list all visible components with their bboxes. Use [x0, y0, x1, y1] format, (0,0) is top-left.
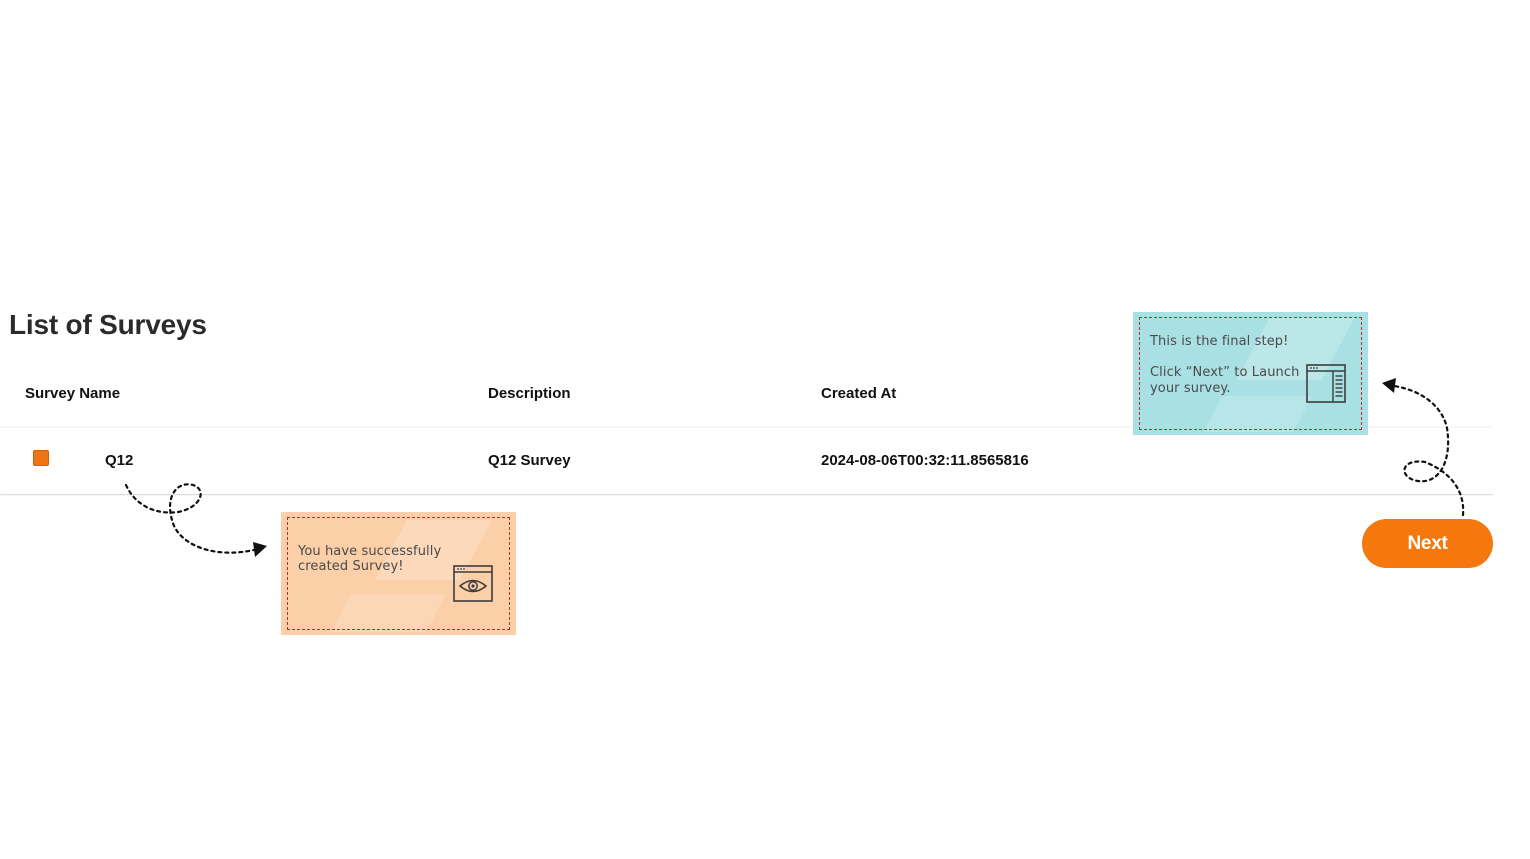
survey-created-at-cell: 2024-08-06T00:32:11.8565816 — [821, 452, 1029, 469]
column-header-description[interactable]: Description — [488, 385, 571, 402]
next-button[interactable]: Next — [1362, 519, 1493, 568]
success-tooltip-line1: You have successfully — [298, 544, 442, 559]
column-header-created-at[interactable]: Created At — [821, 385, 896, 402]
final-step-tooltip: This is the final step! Click “Next” to … — [1133, 312, 1368, 435]
success-tooltip-line2: created Survey! — [298, 559, 404, 574]
final-step-line3: your survey. — [1150, 381, 1231, 396]
row-select-checkbox[interactable] — [33, 450, 49, 466]
survey-description-cell: Q12 Survey — [488, 452, 571, 469]
success-tooltip: You have successfully created Survey! — [281, 512, 516, 635]
browser-window-icon — [1306, 364, 1346, 403]
page-title: List of Surveys — [9, 309, 207, 340]
table-row[interactable] — [0, 428, 1493, 495]
survey-list-page: List of Surveys Survey Name Description … — [0, 0, 1530, 859]
arrowhead-success — [253, 542, 267, 557]
column-header-survey-name[interactable]: Survey Name — [25, 385, 120, 402]
final-step-line1: This is the final step! — [1150, 334, 1289, 349]
browser-eye-icon — [453, 565, 493, 602]
arrowhead-final-step — [1382, 378, 1396, 393]
survey-name-cell[interactable]: Q12 — [105, 452, 133, 469]
final-step-line2: Click “Next” to Launch — [1150, 365, 1300, 380]
